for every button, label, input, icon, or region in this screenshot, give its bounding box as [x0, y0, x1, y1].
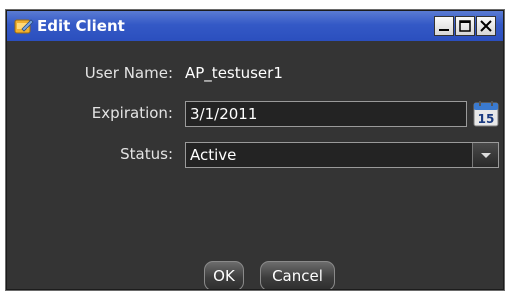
status-select[interactable]: Active — [185, 142, 499, 168]
window-title: Edit Client — [37, 17, 125, 35]
edit-client-dialog: Edit Client User Name: AP_testuser1 Expi… — [6, 10, 504, 290]
user-name-label: User Name: — [84, 64, 173, 82]
minimize-icon — [439, 29, 449, 31]
status-label: Status: — [120, 145, 173, 163]
minimize-button[interactable] — [434, 16, 454, 36]
cancel-button[interactable]: Cancel — [260, 261, 335, 289]
app-icon — [14, 17, 34, 35]
close-button[interactable] — [476, 16, 496, 36]
status-selected-value: Active — [190, 146, 237, 164]
calendar-icon: 15 — [473, 101, 499, 127]
title-bar[interactable]: Edit Client — [7, 11, 503, 41]
maximize-icon — [459, 20, 471, 32]
expiration-input[interactable]: 3/1/2011 — [185, 101, 467, 127]
user-name-value: AP_testuser1 — [185, 64, 283, 82]
maximize-button[interactable] — [455, 16, 475, 36]
calendar-day-text: 15 — [478, 112, 495, 126]
expiration-label: Expiration: — [91, 104, 173, 122]
status-dropdown-button[interactable] — [472, 143, 498, 167]
chevron-down-icon — [481, 153, 491, 158]
ok-button[interactable]: OK — [204, 261, 244, 289]
close-icon — [480, 20, 492, 32]
calendar-button[interactable]: 15 — [473, 101, 499, 127]
